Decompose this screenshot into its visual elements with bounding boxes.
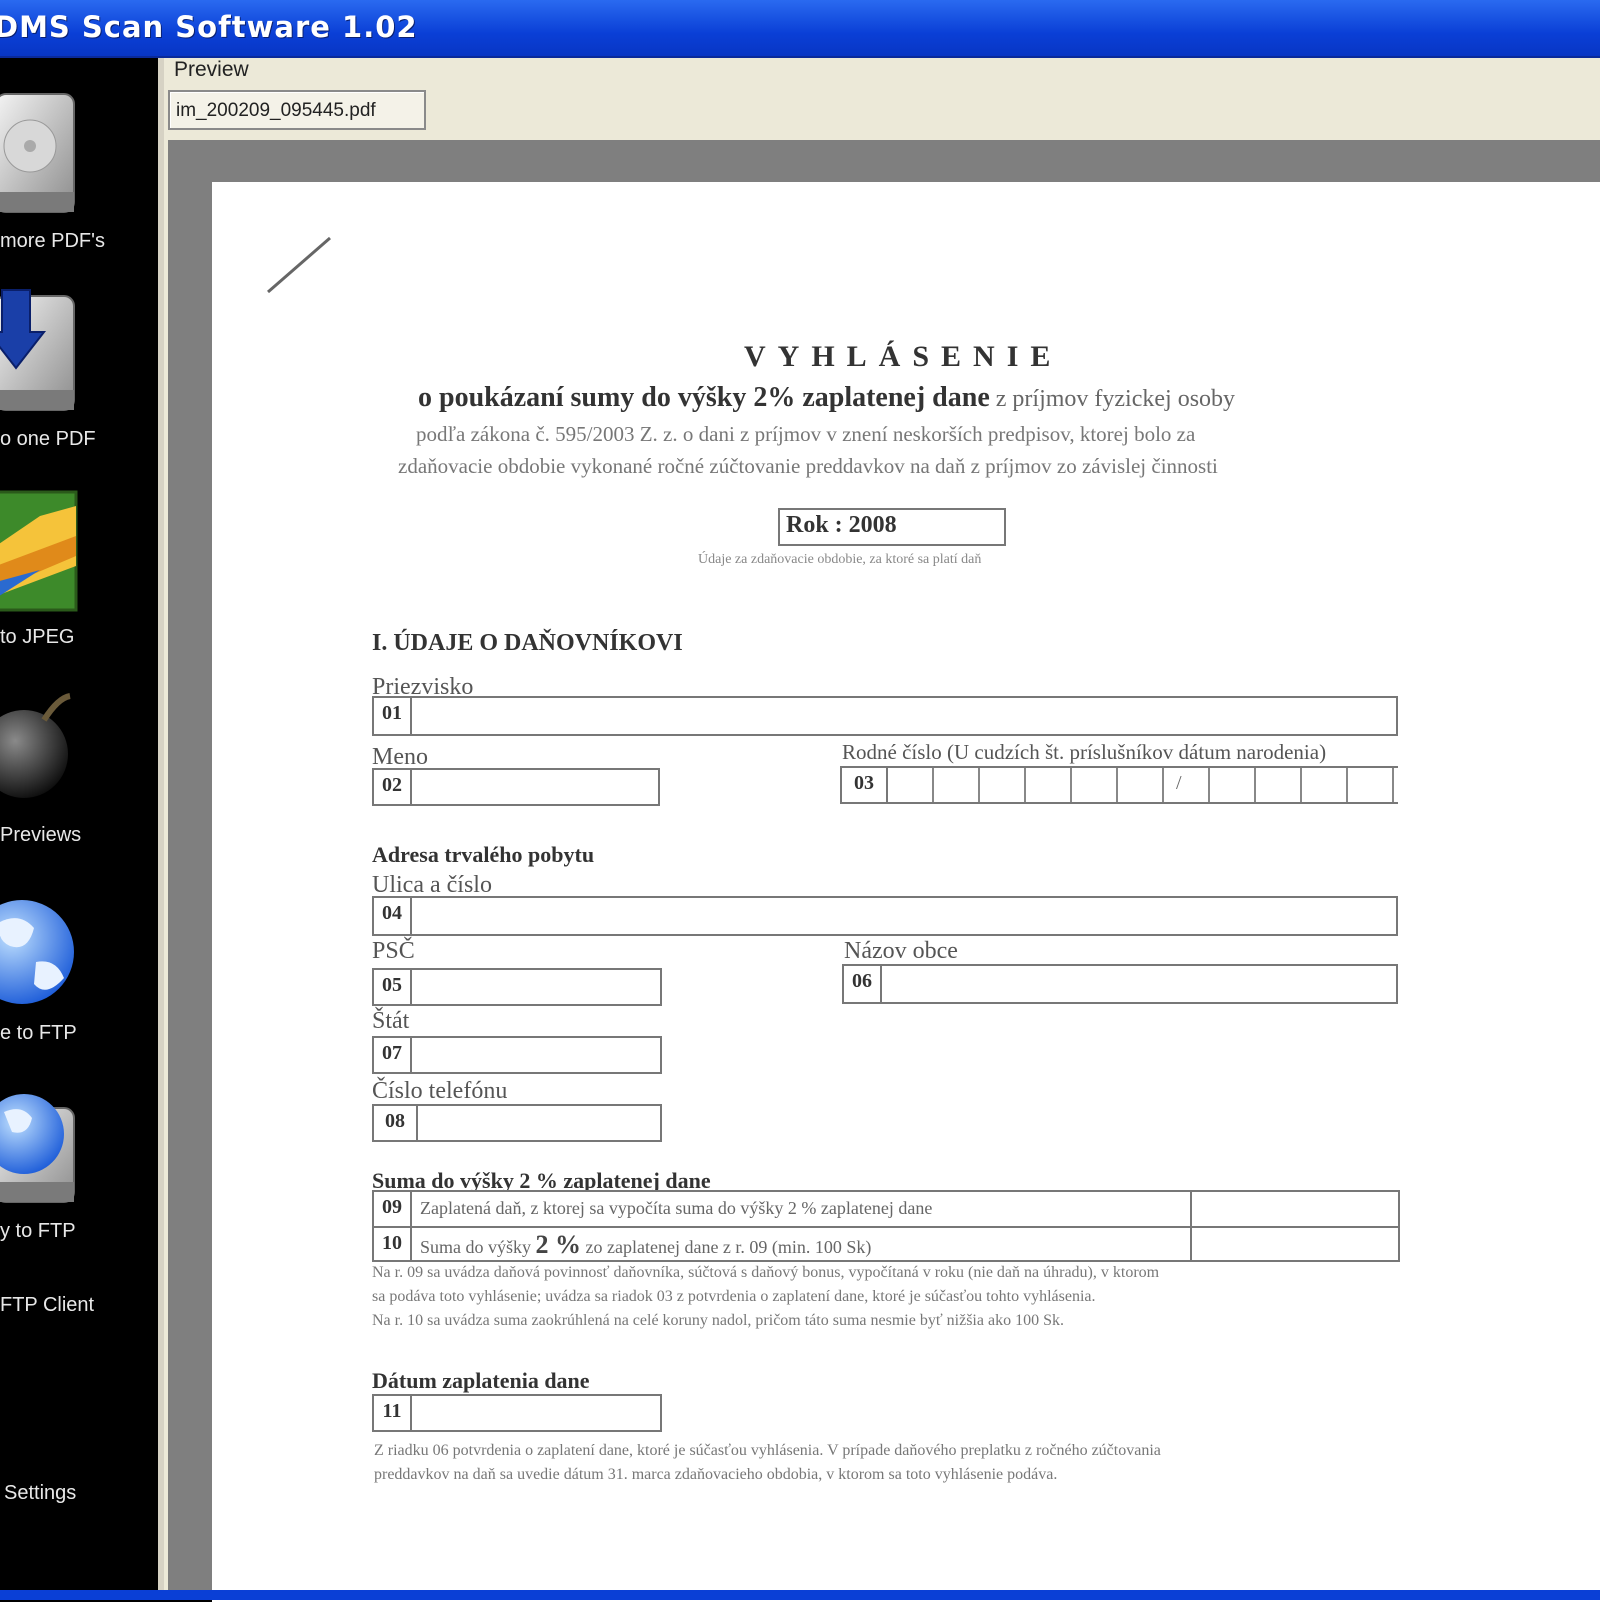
field-label-psc: PSČ (372, 938, 415, 964)
section-1-title: I. ÚDAJE O DAŇOVNÍKOVI (372, 630, 683, 656)
sidebar-item-label: Settings (4, 1482, 77, 1504)
birth-digit-cells (888, 768, 1398, 802)
sum-col-divider (1190, 1226, 1192, 1260)
sum-row-text: Zaplatená daň, z ktorej sa vypočíta suma… (420, 1198, 933, 1218)
sidebar-item-one-pdf[interactable]: o one PDF (0, 286, 158, 466)
sidebar-item-label: to JPEG (0, 626, 75, 648)
pdf-viewer[interactable]: VYHLÁSENIE o poukázaní sumy do výšky 2% … (168, 140, 1600, 1602)
pen-stroke (267, 236, 331, 294)
sidebar: more PDF's o one PDF to JPEG Previews e … (0, 58, 158, 1590)
field-surname: 01 (372, 696, 1398, 736)
year-note: Údaje za zdaňovacie obdobie, za ktoré sa… (698, 552, 982, 567)
sidebar-item-ftp-client[interactable]: FTP Client (0, 1294, 158, 1324)
field-town: 06 (842, 964, 1398, 1004)
sum-note-1: Na r. 09 sa uvádza daňová povinnosť daňo… (372, 1264, 1160, 1281)
preview-label: Preview (174, 58, 249, 81)
sidebar-item-settings[interactable]: Settings (0, 1482, 158, 1512)
field-psc: 05 (372, 968, 662, 1006)
window-title: DMS Scan Software 1.02 (0, 10, 418, 44)
year-box: Rok : 2008 (778, 508, 1006, 546)
sidebar-item-save-to-ftp[interactable]: e to FTP (0, 882, 158, 1062)
bomb-icon (0, 693, 71, 798)
doc-heading: VYHLÁSENIE (744, 340, 1063, 373)
doc-intro-line3: zdaňovacie obdobie vykonané ročné zúčtov… (398, 454, 1218, 478)
sidebar-item-label: Previews (0, 824, 82, 846)
sum-note-2: sa podáva toto vyhlásenie; uvádza sa ria… (372, 1288, 1096, 1305)
sidebar-item-label: more PDF's (0, 230, 105, 252)
title-bar[interactable]: DMS Scan Software 1.02 (0, 0, 1600, 58)
field-phone: 08 (372, 1104, 662, 1142)
doc-intro-line2: podľa zákona č. 595/2003 Z. z. o dani z … (416, 422, 1196, 446)
sum-row-10: 10 Suma do výšky 2 % zo zaplatenej dane … (374, 1226, 1398, 1260)
field-label-town: Názov obce (844, 938, 958, 964)
pdf-page: VYHLÁSENIE o poukázaní sumy do výšky 2% … (212, 182, 1600, 1602)
field-street: 04 (372, 896, 1398, 936)
disk-icon (0, 93, 75, 213)
field-birth-number: 03 / (840, 766, 1398, 804)
date-section-title: Dátum zaplatenia dane (372, 1368, 590, 1393)
sidebar-item-label: FTP Client (0, 1294, 95, 1316)
sum-note-3: Na r. 10 sa uvádza suma zaokrúhlená na c… (372, 1312, 1064, 1329)
preview-panel: Preview im_200209_095445.pdf VYHLÁSENIE … (164, 58, 1600, 1602)
sidebar-item-copy-to-ftp[interactable]: y to FTP (0, 1078, 158, 1258)
doc-subheading: o poukázaní sumy do výšky 2% zaplatenej … (418, 382, 1236, 413)
field-label-street: Ulica a číslo (372, 872, 492, 898)
date-note-2: preddavkov na daň sa uvedie dátum 31. ma… (374, 1466, 1058, 1483)
sidebar-item-label: y to FTP (0, 1220, 76, 1242)
sum-row-text: Suma do výšky 2 % zo zaplatenej dane z r… (420, 1230, 872, 1259)
sum-col-divider (1190, 1192, 1192, 1226)
file-tab[interactable]: im_200209_095445.pdf (168, 90, 426, 130)
disk-download-icon (0, 289, 75, 411)
field-state: 07 (372, 1036, 662, 1074)
field-label-name: Meno (372, 744, 428, 770)
sidebar-item-more-pdfs[interactable]: more PDF's (0, 88, 158, 268)
field-label-phone: Číslo telefónu (372, 1078, 508, 1104)
date-note-1: Z riadku 06 potvrdenia o zaplatení dane,… (374, 1442, 1161, 1459)
picture-icon (0, 490, 78, 612)
field-label-birth: Rodné číslo (U cudzích št. príslušníkov … (842, 740, 1327, 764)
sum-row-09: 09 Zaplatená daň, z ktorej sa vypočíta s… (374, 1192, 1398, 1228)
address-title: Adresa trvalého pobytu (372, 842, 595, 867)
sidebar-item-label: o one PDF (0, 428, 96, 450)
taskbar-edge (0, 1590, 1600, 1600)
globe-icon (0, 900, 74, 1004)
birth-slash: / (1176, 772, 1182, 794)
sidebar-item-label: e to FTP (0, 1022, 77, 1044)
sidebar-item-previews[interactable]: Previews (0, 684, 158, 864)
globe-disk-icon (0, 1094, 75, 1203)
sidebar-item-to-jpeg[interactable]: to JPEG (0, 486, 158, 666)
field-name: 02 (372, 768, 660, 806)
field-label-state: Štát (372, 1008, 410, 1034)
field-payment-date: 11 (372, 1394, 662, 1432)
sum-table: 09 Zaplatená daň, z ktorej sa vypočíta s… (372, 1190, 1400, 1262)
